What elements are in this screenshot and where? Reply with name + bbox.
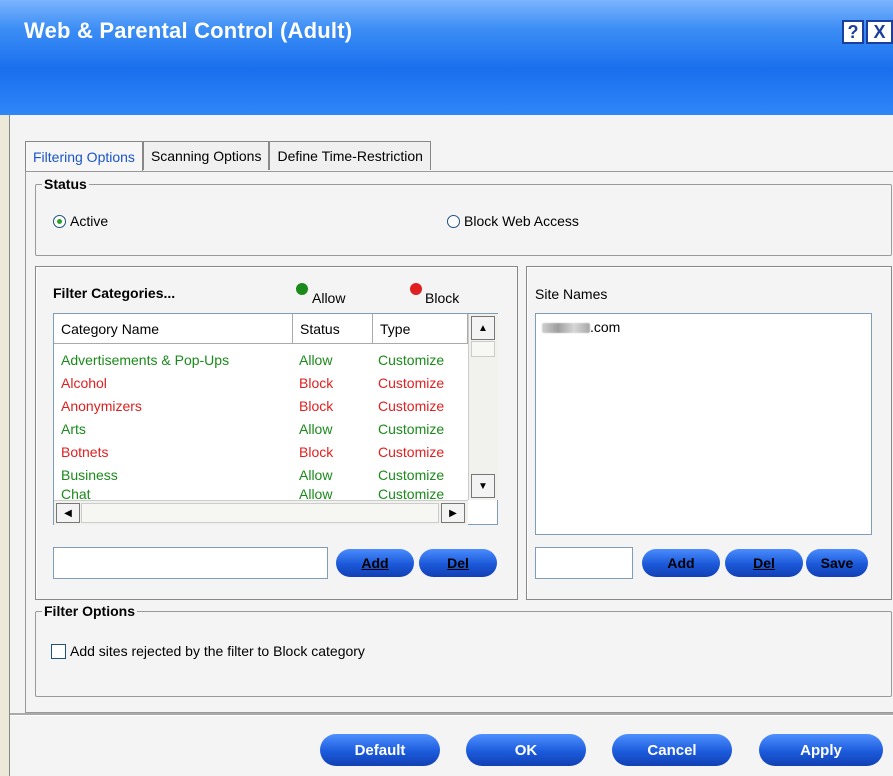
help-icon: ? [847, 21, 859, 42]
cell-category-name: Business [61, 466, 118, 483]
cell-type: Customize [378, 466, 445, 483]
block-dot-icon [410, 283, 422, 295]
cell-status: Block [299, 443, 334, 460]
tab-strip: Filtering Options Scanning Options Defin… [25, 141, 431, 172]
status-legend: Status [44, 176, 87, 192]
radio-active-indicator[interactable] [53, 214, 66, 228]
horizontal-scroll-thumb[interactable] [81, 503, 439, 523]
site-list-item-label: .com [590, 319, 621, 335]
cell-category-name: Anonymizers [61, 397, 142, 414]
cell-status: Allow [299, 351, 333, 368]
site-save-label: Save [820, 555, 854, 571]
cell-type: Customize [378, 420, 445, 437]
radio-block-indicator[interactable] [447, 214, 460, 228]
site-list-item[interactable]: .com [542, 319, 620, 335]
radio-block-web-access[interactable]: Block Web Access [447, 213, 579, 229]
arrow-left-icon: ◀ [64, 507, 72, 519]
close-button[interactable]: X [866, 20, 893, 44]
category-add-button[interactable]: Add [336, 549, 414, 577]
apply-button[interactable]: Apply [759, 734, 883, 766]
arrow-down-icon: ▼ [478, 480, 488, 492]
cell-category-name: Alcohol [61, 374, 107, 391]
category-horizontal-scrollbar[interactable]: ◀ ▶ [54, 500, 468, 525]
block-rejected-sites-checkbox[interactable] [51, 644, 66, 659]
cell-type: Customize [378, 374, 445, 391]
category-add-label: Add [361, 555, 389, 571]
category-table-header: Category Name Status Type [54, 314, 468, 344]
site-names-list[interactable]: .com [535, 313, 872, 535]
radio-block-label: Block Web Access [464, 213, 579, 229]
column-header-status[interactable]: Status [293, 314, 373, 344]
cell-status: Block [299, 397, 334, 414]
cell-category-name: Arts [61, 420, 86, 437]
legend-block-label: Block [425, 290, 460, 306]
table-row[interactable]: Business Allow Customize [54, 463, 468, 486]
radio-active[interactable]: Active [53, 213, 108, 229]
cell-status: Allow [299, 420, 333, 437]
scroll-right-button[interactable]: ▶ [441, 503, 465, 523]
site-del-label: Del [753, 555, 775, 571]
cell-category-name: Advertisements & Pop-Ups [61, 351, 230, 368]
scroll-thumb[interactable] [471, 341, 495, 357]
cell-type: Customize [378, 397, 445, 414]
legend-allow-label: Allow [312, 290, 346, 306]
help-button[interactable]: ? [842, 20, 864, 44]
cell-status: Allow [299, 466, 333, 483]
arrow-up-icon: ▲ [478, 322, 488, 334]
scroll-down-button[interactable]: ▼ [471, 474, 495, 498]
block-rejected-sites-label[interactable]: Add sites rejected by the filter to Bloc… [70, 643, 365, 659]
tab-scanning-options[interactable]: Scanning Options [142, 141, 270, 170]
cell-category-name: Chat [61, 486, 91, 500]
radio-active-label: Active [70, 213, 109, 229]
category-input[interactable] [53, 547, 328, 579]
column-header-type[interactable]: Type [373, 314, 468, 344]
redacted-site-prefix [542, 323, 590, 334]
category-vertical-scrollbar[interactable]: ▲ ▼ [468, 314, 498, 500]
site-del-button[interactable]: Del [725, 549, 803, 577]
close-icon: X [873, 21, 886, 42]
default-button[interactable]: Default [320, 734, 440, 766]
table-row[interactable]: Advertisements & Pop-Ups Allow Customize [54, 348, 468, 371]
category-del-label: Del [447, 555, 469, 571]
footer-divider [10, 713, 893, 716]
site-names-title: Site Names [535, 286, 608, 302]
cell-status: Allow [299, 486, 333, 500]
ok-button[interactable]: OK [466, 734, 586, 766]
column-header-category-name[interactable]: Category Name [54, 314, 293, 344]
site-save-button[interactable]: Save [806, 549, 868, 577]
cell-category-name: Botnets [61, 443, 109, 460]
cell-type: Customize [378, 486, 445, 500]
table-row[interactable]: Chat Allow Customize [54, 486, 468, 500]
filter-options-legend: Filter Options [44, 603, 135, 619]
cancel-button[interactable]: Cancel [612, 734, 732, 766]
table-row[interactable]: Anonymizers Block Customize [54, 394, 468, 417]
cell-type: Customize [378, 351, 445, 368]
cell-type: Customize [378, 443, 445, 460]
site-add-label: Add [667, 555, 695, 571]
scroll-left-button[interactable]: ◀ [56, 503, 80, 523]
tab-define-time-restriction[interactable]: Define Time-Restriction [269, 141, 431, 170]
tab-filtering-options[interactable]: Filtering Options [25, 141, 143, 172]
window-title: Web & Parental Control (Adult) [24, 18, 353, 43]
table-row[interactable]: Botnets Block Customize [54, 440, 468, 463]
arrow-right-icon: ▶ [449, 507, 457, 519]
title-bar: Web & Parental Control (Adult) ? X [0, 0, 893, 115]
filter-categories-title: Filter Categories... [53, 285, 176, 301]
scroll-up-button[interactable]: ▲ [471, 316, 495, 340]
allow-dot-icon [296, 283, 308, 295]
category-del-button[interactable]: Del [419, 549, 497, 577]
cell-status: Block [299, 374, 334, 391]
site-input[interactable] [535, 547, 633, 579]
table-row[interactable]: Arts Allow Customize [54, 417, 468, 440]
category-table[interactable]: Category Name Status Type Advertisements… [53, 313, 498, 525]
site-add-button[interactable]: Add [642, 549, 720, 577]
table-row[interactable]: Alcohol Block Customize [54, 371, 468, 394]
